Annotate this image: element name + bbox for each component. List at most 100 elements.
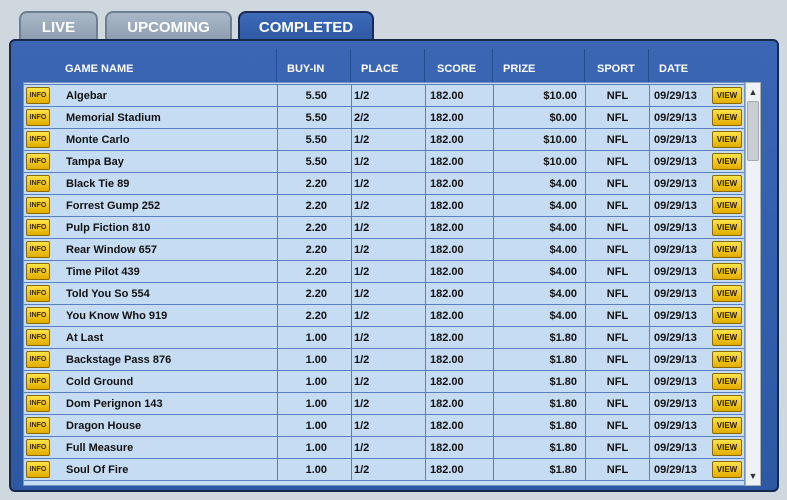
info-cell: INFO	[24, 371, 52, 392]
scrollbar-thumb[interactable]	[747, 101, 759, 161]
place: 1/2	[352, 349, 426, 370]
table-row[interactable]: INFO Memorial Stadium 5.50 2/2 182.00 $0.00 NF…	[24, 107, 744, 129]
buy-in: 2.20	[278, 283, 352, 304]
table-row[interactable]: INFO You Know Who 919 2.20 1/2 182.00 $4.00 NF…	[24, 305, 744, 327]
info-button[interactable]: INFO	[26, 417, 50, 434]
table-row[interactable]: INFO At Last 1.00 1/2 182.00 $1.80 NFL 09/29/13…	[24, 327, 744, 349]
sport: NFL	[586, 349, 650, 370]
info-cell: INFO	[24, 459, 52, 480]
view-button[interactable]: VIEW	[712, 329, 742, 346]
date: 09/29/13	[654, 155, 697, 168]
info-button[interactable]: INFO	[26, 87, 50, 104]
table-row[interactable]: INFO Cold Ground 1.00 1/2 182.00 $1.80 NFL 09/2…	[24, 371, 744, 393]
prize: $1.80	[494, 327, 586, 348]
tab-completed[interactable]: COMPLETED	[238, 11, 374, 41]
table-row[interactable]: INFO Dragon House 1.00 1/2 182.00 $1.80 NFL 09/…	[24, 415, 744, 437]
table-row[interactable]: INFO Forrest Gump 252 2.20 1/2 182.00 $4.00 NF…	[24, 195, 744, 217]
view-cell: VIEW	[710, 437, 744, 458]
game-name: Dragon House	[52, 415, 278, 436]
table-row[interactable]: INFO Soul Of Fire 1.00 1/2 182.00 $1.80 NFL 09/…	[24, 459, 744, 481]
buy-in: 2.20	[278, 305, 352, 326]
info-cell: INFO	[24, 195, 52, 216]
view-cell: VIEW	[710, 107, 744, 128]
sport: NFL	[586, 151, 650, 172]
info-button[interactable]: INFO	[26, 109, 50, 126]
place: 1/2	[352, 261, 426, 282]
table-row[interactable]: INFO Black Tie 89 2.20 1/2 182.00 $4.00 NFL 09/…	[24, 173, 744, 195]
view-button[interactable]: VIEW	[712, 417, 742, 434]
sport: NFL	[586, 217, 650, 238]
chevron-up-icon[interactable]: ▲	[746, 85, 760, 99]
view-button[interactable]: VIEW	[712, 395, 742, 412]
score: 182.00	[426, 107, 494, 128]
tab-upcoming[interactable]: UPCOMING	[105, 11, 232, 41]
info-button[interactable]: INFO	[26, 395, 50, 412]
view-button[interactable]: VIEW	[712, 373, 742, 390]
view-button[interactable]: VIEW	[712, 153, 742, 170]
table-row[interactable]: INFO Time Pilot 439 2.20 1/2 182.00 $4.00 NFL 0…	[24, 261, 744, 283]
table-row[interactable]: INFO Backstage Pass 876 1.00 1/2 182.00 $1.80…	[24, 349, 744, 371]
view-button[interactable]: VIEW	[712, 439, 742, 456]
buy-in: 2.20	[278, 217, 352, 238]
info-button[interactable]: INFO	[26, 241, 50, 258]
view-button[interactable]: VIEW	[712, 351, 742, 368]
date: 09/29/13	[654, 397, 697, 410]
info-button[interactable]: INFO	[26, 197, 50, 214]
prize: $4.00	[494, 195, 586, 216]
info-button[interactable]: INFO	[26, 373, 50, 390]
game-name: Monte Carlo	[52, 129, 278, 150]
info-button[interactable]: INFO	[26, 153, 50, 170]
info-button[interactable]: INFO	[26, 175, 50, 192]
view-button[interactable]: VIEW	[712, 87, 742, 104]
info-cell: INFO	[24, 173, 52, 194]
table-row[interactable]: INFO Dom Perignon 143 1.00 1/2 182.00 $1.80 NF…	[24, 393, 744, 415]
view-button[interactable]: VIEW	[712, 219, 742, 236]
view-button[interactable]: VIEW	[712, 131, 742, 148]
view-cell: VIEW	[710, 305, 744, 326]
view-button[interactable]: VIEW	[712, 285, 742, 302]
buy-in: 2.20	[278, 261, 352, 282]
date: 09/29/13	[654, 375, 697, 388]
info-button[interactable]: INFO	[26, 131, 50, 148]
view-button[interactable]: VIEW	[712, 307, 742, 324]
info-cell: INFO	[24, 83, 52, 84]
place: 1/2	[352, 195, 426, 216]
info-button[interactable]: INFO	[26, 461, 50, 478]
table-row[interactable]: INFO Algebar 5.50 1/2 182.00 $10.00 NFL 09/29/1…	[24, 85, 744, 107]
table-row[interactable]: INFO Pulp Fiction 810 2.20 1/2 182.00 $4.00 NF…	[24, 217, 744, 239]
table-row[interactable]: INFO Told You So 554 2.20 1/2 182.00 $4.00 NFL…	[24, 283, 744, 305]
prize: $1.80	[494, 437, 586, 458]
table-row[interactable]: INFO Tampa Bay 5.50 1/2 182.00 $10.00 NFL 09/29…	[24, 151, 744, 173]
tab-live[interactable]: LIVE	[19, 11, 98, 41]
game-name: Cold Ground	[52, 371, 278, 392]
info-button[interactable]: INFO	[26, 307, 50, 324]
info-button[interactable]: INFO	[26, 351, 50, 368]
table-row[interactable]: INFO Monte Carlo 5.50 1/2 182.00 $10.00 NFL 09/…	[24, 129, 744, 151]
buy-in: 5.50	[278, 85, 352, 106]
view-button[interactable]: VIEW	[712, 175, 742, 192]
date: 09/29/13	[654, 353, 697, 366]
games-list[interactable]: INFOVIEWINFOAlgebar5.501/2182.00$10.00NF…	[23, 82, 745, 486]
info-button[interactable]: INFO	[26, 285, 50, 302]
place: 1/2	[352, 151, 426, 172]
info-cell: INFO	[24, 239, 52, 260]
info-button[interactable]: INFO	[26, 219, 50, 236]
info-button[interactable]: INFO	[26, 263, 50, 280]
info-button[interactable]: INFO	[26, 329, 50, 346]
game-name: Told You So 554	[52, 283, 278, 304]
view-button[interactable]: VIEW	[712, 197, 742, 214]
game-name: Memorial Stadium	[52, 107, 278, 128]
place: 1/2	[352, 217, 426, 238]
view-button[interactable]: VIEW	[712, 461, 742, 478]
view-button[interactable]: VIEW	[712, 263, 742, 280]
table-row[interactable]: INFO Rear Window 657 2.20 1/2 182.00 $4.00 NFL…	[24, 239, 744, 261]
vertical-scrollbar[interactable]: ▲ ▼	[745, 82, 761, 486]
view-button[interactable]: VIEW	[712, 109, 742, 126]
prize: $10.00	[494, 151, 586, 172]
table-row[interactable]: INFO Full Measure 1.00 1/2 182.00 $1.80 NFL 09/…	[24, 437, 744, 459]
prize: $1.80	[494, 349, 586, 370]
score: 182.00	[426, 371, 494, 392]
info-button[interactable]: INFO	[26, 439, 50, 456]
chevron-down-icon[interactable]: ▼	[746, 469, 760, 483]
view-button[interactable]: VIEW	[712, 241, 742, 258]
